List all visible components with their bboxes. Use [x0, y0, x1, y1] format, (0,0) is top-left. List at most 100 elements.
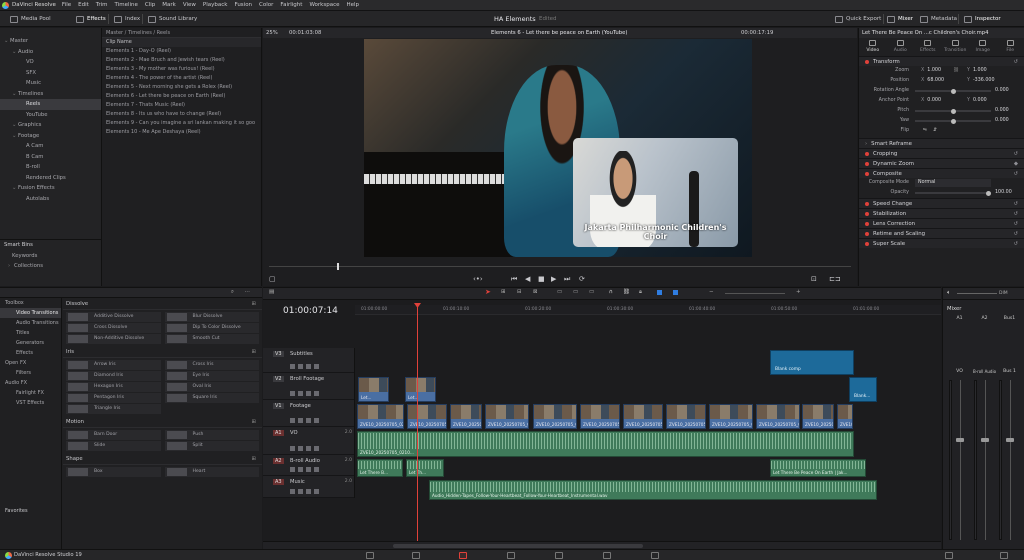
deliver-page-icon[interactable] [651, 552, 659, 559]
inspector-section[interactable]: Retime and Scaling ↺ [859, 228, 1024, 238]
clip-row[interactable]: Elements 8 - Its us who have to change (… [102, 110, 261, 119]
track-controls-icon[interactable] [290, 364, 320, 369]
go-to-end-icon[interactable]: ⏭ [564, 275, 570, 284]
effects-group-header[interactable]: Shape ⊞ [63, 453, 262, 465]
effects-button[interactable]: Effects [76, 14, 106, 24]
bin-item[interactable]: B-roll [0, 162, 101, 173]
rotation-value[interactable]: 0.000 [995, 86, 1009, 96]
inspector-section[interactable]: Stabilization ↺ [859, 208, 1024, 218]
project-manager-icon[interactable] [945, 552, 953, 559]
anchor-x-value[interactable]: 0.000 [927, 98, 941, 103]
fader-a2[interactable] [981, 438, 989, 442]
flip-horizontal-icon[interactable]: ⇋ [923, 126, 927, 136]
menu-item-playback[interactable]: Playback [203, 2, 228, 8]
menu-item-color[interactable]: Color [259, 2, 273, 8]
index-button[interactable]: Index [114, 14, 140, 24]
effects-tree-item[interactable]: Audio FX [0, 378, 61, 388]
clip-row[interactable]: Elements 9 - Can you imagine a sri lanka… [102, 119, 261, 128]
scrubber-handle[interactable] [337, 263, 339, 270]
color-page-icon[interactable] [555, 552, 563, 559]
footage-clip[interactable]: ZVE10_20250705_0210.MP4 [666, 404, 706, 429]
track-header-a1[interactable]: A1 VO 2.0 [263, 427, 354, 455]
effects-group-header[interactable]: Iris ⊞ [63, 346, 262, 358]
bin-item[interactable]: ⌄ Audio [0, 47, 101, 58]
track-controls-icon[interactable] [290, 446, 320, 451]
track-header-a2[interactable]: A2 B-roll Audio 2.0 [263, 455, 354, 476]
footage-clip[interactable]: ZVE10_20250705_0210.MP4 [533, 404, 577, 429]
linked-selection-icon[interactable]: ⛓ [623, 289, 630, 295]
menu-item-help[interactable]: Help [347, 2, 360, 8]
bin-item[interactable]: SFX [0, 68, 101, 79]
smart-bin-keywords[interactable]: Keywords [0, 251, 102, 262]
track-header-v3[interactable]: V3 Subtitles [263, 348, 354, 373]
effect-item[interactable]: Non-Additive Dissolve [66, 334, 161, 344]
pitch-slider[interactable] [915, 108, 991, 114]
effects-tree-item[interactable]: Titles [0, 328, 61, 338]
effects-tree-item[interactable]: Toolbox [0, 298, 61, 308]
track-controls-icon[interactable] [290, 467, 320, 472]
grid-view-icon[interactable]: ⊞ [252, 453, 256, 465]
opacity-slider[interactable] [915, 190, 991, 196]
yaw-value[interactable]: 0.000 [995, 116, 1009, 126]
menu-item-mark[interactable]: Mark [162, 2, 176, 8]
bin-item[interactable]: YouTube [0, 110, 101, 121]
bin-item[interactable]: A Cam [0, 141, 101, 152]
bin-item[interactable]: B Cam [0, 152, 101, 163]
position-x-value[interactable]: 68.000 [927, 78, 944, 83]
effect-item[interactable]: Pentagon Iris [66, 393, 161, 403]
broll-audio-clip[interactable]: Let There B... [357, 459, 403, 477]
footage-clip[interactable]: ZVE10_20250705_0210.MP4 [485, 404, 529, 429]
tab-file[interactable]: File [997, 38, 1024, 56]
replace-clip-icon[interactable]: ▭ [589, 289, 594, 295]
anchor-y-value[interactable]: 0.000 [973, 98, 987, 103]
clip-row[interactable]: Elements 5 - Next morning she gets a Rol… [102, 83, 261, 92]
vo-audio-clip[interactable]: ZVE10_20250705_0210... [357, 431, 854, 457]
zoom-y-value[interactable]: 1.000 [973, 68, 987, 73]
effect-item[interactable]: Diamond Iris [66, 371, 161, 381]
playhead[interactable] [417, 305, 418, 545]
reverse-play-icon[interactable]: ◀ [525, 275, 530, 283]
selection-tool-icon[interactable]: ➤ [485, 288, 491, 296]
loop-icon[interactable]: ⟳ [579, 275, 585, 283]
effect-item[interactable]: Blur Dissolve [164, 312, 259, 322]
bin-item[interactable]: Reels [0, 99, 101, 110]
zoom-x-value[interactable]: 1.000 [927, 68, 941, 73]
menu-item-clip[interactable]: Clip [145, 2, 155, 8]
broll-audio-clip[interactable]: Let There Be Peace On Earth | Jak... [770, 459, 866, 477]
dynamic-trim-icon[interactable]: ⊟ [517, 289, 522, 295]
metadata-button[interactable]: Metadata [920, 14, 957, 24]
in-out-icon[interactable]: ⊏⊐ [829, 275, 841, 283]
broll-clip[interactable]: Let... [358, 377, 389, 402]
dim-button[interactable]: DIM [999, 291, 1008, 296]
clip-row[interactable]: Elements 2 - Mae Bruch and Jewish tears … [102, 56, 261, 65]
bin-item[interactable]: Rendered Clips [0, 173, 101, 184]
match-frame-icon[interactable]: ⊡ [811, 275, 817, 283]
bin-item[interactable]: VO [0, 57, 101, 68]
effects-tree-item[interactable]: Audio Transitions [0, 318, 61, 328]
search-icon[interactable]: ⌕ [231, 289, 234, 296]
grid-view-icon[interactable]: ⊞ [252, 346, 256, 358]
effect-item[interactable]: Eye Iris [164, 371, 259, 381]
footage-clip[interactable]: ZVE10_20250705_0210.MP4 [450, 404, 482, 429]
clip-row[interactable]: Elements 7 - Thats Music (Reel) [102, 101, 261, 110]
footage-clip[interactable]: ZVE10_20250705_0210.MP4 [802, 404, 834, 429]
viewer-scrubber[interactable] [263, 260, 857, 272]
clip-row[interactable]: Elements 6 - Let there be peace on Earth… [102, 92, 261, 101]
footage-clip[interactable]: ZVE10_20250705_0210.MP4 [709, 404, 753, 429]
track-controls-icon[interactable] [290, 418, 320, 423]
effect-item[interactable]: Hexagon Iris [66, 382, 161, 392]
section-dynamic-zoom[interactable]: Dynamic Zoom ◆ [859, 158, 1024, 168]
tab-transition[interactable]: Transition [942, 38, 970, 56]
grid-view-icon[interactable]: ⊞ [252, 416, 256, 428]
section-smart-reframe[interactable]: › Smart Reframe [859, 138, 1024, 148]
effect-item[interactable]: Dip To Color Dissolve [164, 323, 259, 333]
effects-tree-item[interactable]: VST Effects [0, 398, 61, 408]
effect-item[interactable]: Slide [66, 441, 161, 451]
effects-tree-item[interactable]: Video Transitions [0, 308, 61, 318]
section-cropping[interactable]: Cropping ↺ [859, 148, 1024, 158]
volume-icon[interactable]: 🔈︎ [947, 289, 951, 297]
broll-clip[interactable]: Let... [405, 377, 436, 402]
effect-item[interactable]: Split [164, 441, 259, 451]
effects-tree-item[interactable]: Open FX [0, 358, 61, 368]
clip-row[interactable]: Elements 3 - My mother was furious! (Ree… [102, 65, 261, 74]
